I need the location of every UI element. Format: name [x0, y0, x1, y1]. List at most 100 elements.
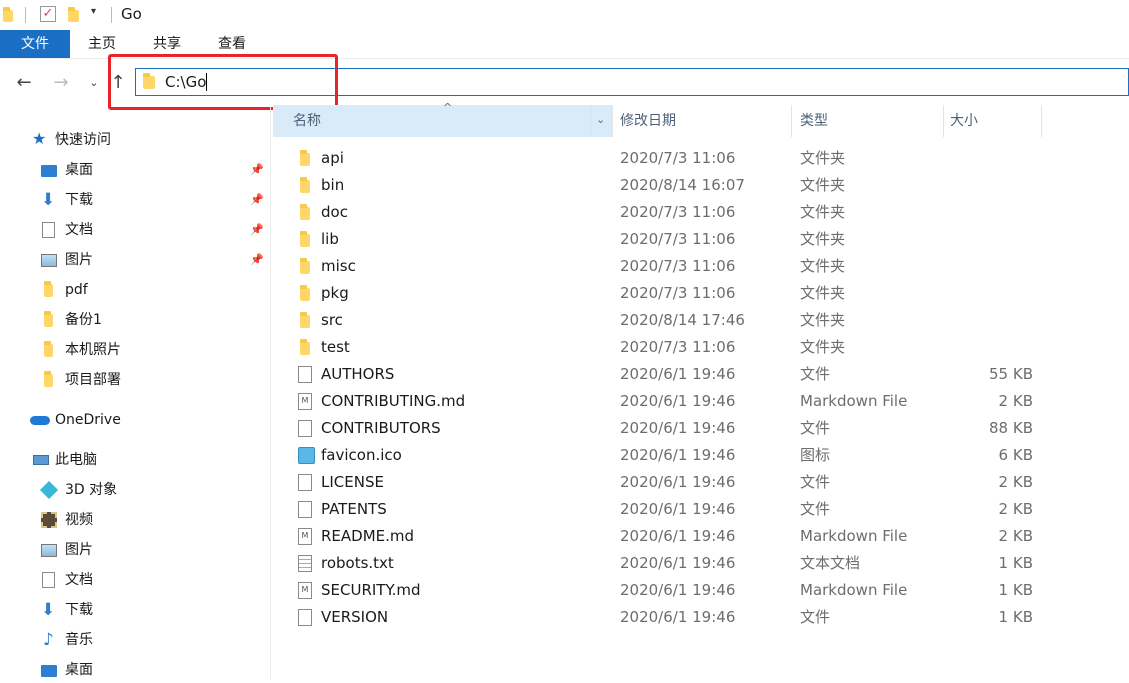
table-row[interactable]: favicon.ico 2020/6/1 19:46 图标 6 KB — [273, 442, 1129, 469]
divider — [111, 7, 112, 23]
sidebar-item-label: 备份1 — [65, 312, 102, 328]
table-row[interactable]: robots.txt 2020/6/1 19:46 文本文档 1 KB — [273, 550, 1129, 577]
file-date: 2020/7/3 11:06 — [620, 230, 736, 248]
table-row[interactable]: M SECURITY.md 2020/6/1 19:46 Markdown File 1… — [273, 577, 1129, 604]
file-name: lib — [321, 230, 339, 248]
file-date: 2020/6/1 19:46 — [620, 392, 736, 410]
file-type: 文件夹 — [800, 257, 846, 275]
file-type: Markdown File — [800, 581, 908, 599]
file-type: 文件 — [800, 365, 831, 383]
file-size: 1 KB — [998, 554, 1033, 572]
file-size: 1 KB — [998, 581, 1033, 599]
file-size: 2 KB — [998, 500, 1033, 518]
table-row[interactable]: test 2020/7/3 11:06 文件夹 — [273, 334, 1129, 361]
file-type: Markdown File — [800, 392, 908, 410]
folder-icon — [300, 258, 310, 274]
documents-icon — [42, 572, 55, 588]
computer-icon — [33, 455, 49, 465]
sidebar-item-videos[interactable]: 视频 — [0, 507, 270, 533]
sidebar-item-backup1[interactable]: 备份1 — [0, 307, 270, 333]
table-row[interactable]: misc 2020/7/3 11:06 文件夹 — [273, 253, 1129, 280]
sidebar-item-pictures[interactable]: 图片 📌 — [0, 247, 270, 273]
table-row[interactable]: src 2020/8/14 17:46 文件夹 — [273, 307, 1129, 334]
pin-icon[interactable]: 📌 — [250, 217, 264, 243]
file-type: Markdown File — [800, 527, 908, 545]
file-name: bin — [321, 176, 345, 194]
properties-icon[interactable]: ✓ — [40, 6, 56, 22]
table-row[interactable]: VERSION 2020/6/1 19:46 文件 1 KB — [273, 604, 1129, 631]
text-file-icon — [298, 555, 312, 572]
highlight-annotation-box — [108, 54, 338, 110]
folder-icon — [44, 281, 53, 297]
sidebar-item-3d-objects[interactable]: 3D 对象 — [0, 477, 270, 503]
table-row[interactable]: CONTRIBUTORS 2020/6/1 19:46 文件 88 KB — [273, 415, 1129, 442]
markdown-file-icon: M — [298, 582, 312, 599]
file-type: 文件夹 — [800, 149, 846, 167]
sidebar-item-desktop-pc[interactable]: 桌面 — [0, 657, 270, 683]
column-date-header[interactable]: 修改日期 — [620, 105, 676, 137]
table-row[interactable]: M README.md 2020/6/1 19:46 Markdown File 2 K… — [273, 523, 1129, 550]
window-title: Go — [121, 5, 142, 23]
file-name: api — [321, 149, 344, 167]
sidebar-item-label: OneDrive — [55, 412, 121, 428]
folder-icon — [300, 204, 310, 220]
file-name: test — [321, 338, 350, 356]
file-size: 88 KB — [989, 419, 1033, 437]
file-type: 文件夹 — [800, 203, 846, 221]
file-type: 文件 — [800, 500, 831, 518]
sidebar-item-music[interactable]: ♪ 音乐 — [0, 627, 270, 653]
pin-icon[interactable]: 📌 — [250, 187, 264, 213]
table-row[interactable]: pkg 2020/7/3 11:06 文件夹 — [273, 280, 1129, 307]
file-icon — [298, 474, 312, 491]
sidebar-item-desktop[interactable]: 桌面 📌 — [0, 157, 270, 183]
column-type-header[interactable]: 类型 — [800, 105, 828, 137]
file-size: 6 KB — [998, 446, 1033, 464]
sidebar-item-pictures-pc[interactable]: 图片 — [0, 537, 270, 563]
sidebar-item-downloads[interactable]: ⬇ 下载 📌 — [0, 187, 270, 213]
sidebar-item-label: 文档 — [65, 572, 93, 588]
file-type: 文件 — [800, 608, 831, 626]
table-row[interactable]: api 2020/7/3 11:06 文件夹 — [273, 145, 1129, 172]
forward-arrow-icon[interactable]: → — [50, 72, 72, 94]
sidebar-item-documents[interactable]: 文档 📌 — [0, 217, 270, 243]
sidebar-item-downloads-pc[interactable]: ⬇ 下载 — [0, 597, 270, 623]
table-row[interactable]: M CONTRIBUTING.md 2020/6/1 19:46 Markdown F… — [273, 388, 1129, 415]
sidebar-item-local-photos[interactable]: 本机照片 — [0, 337, 270, 363]
tab-file[interactable]: 文件 — [0, 30, 70, 58]
pictures-icon — [41, 254, 57, 267]
pin-icon[interactable]: 📌 — [250, 157, 264, 183]
file-date: 2020/6/1 19:46 — [620, 365, 736, 383]
chevron-down-icon[interactable]: ⌄ — [596, 113, 605, 126]
sidebar-item-quick-access[interactable]: ★ 快速访问 — [32, 127, 262, 153]
table-row[interactable]: lib 2020/7/3 11:06 文件夹 — [273, 226, 1129, 253]
cube-icon — [39, 480, 59, 500]
column-name-header[interactable]: 名称 ^ — [273, 101, 612, 137]
column-name-label: 名称 — [293, 113, 321, 129]
pin-icon[interactable]: 📌 — [250, 247, 264, 273]
sidebar-item-label: 此电脑 — [55, 452, 97, 468]
file-type: 文件夹 — [800, 176, 846, 194]
recent-locations-chevron-icon[interactable]: ⌄ — [83, 72, 105, 94]
sidebar-item-this-pc[interactable]: 此电脑 — [0, 447, 270, 473]
sidebar-item-deployment[interactable]: 项目部署 — [0, 367, 270, 393]
sidebar-item-pdf[interactable]: pdf — [0, 277, 270, 303]
table-row[interactable]: bin 2020/8/14 16:07 文件夹 — [273, 172, 1129, 199]
customize-toolbar-icon[interactable]: ▾ — [91, 6, 96, 17]
new-folder-icon[interactable] — [68, 7, 79, 22]
table-row[interactable]: LICENSE 2020/6/1 19:46 文件 2 KB — [273, 469, 1129, 496]
back-arrow-icon[interactable]: ← — [13, 72, 35, 94]
file-date: 2020/8/14 17:46 — [620, 311, 745, 329]
column-size-header[interactable]: 大小 — [950, 105, 978, 137]
file-name: LICENSE — [321, 473, 384, 491]
sidebar-item-label: 下载 — [65, 192, 93, 208]
sidebar-item-label: pdf — [65, 282, 88, 298]
table-row[interactable]: doc 2020/7/3 11:06 文件夹 — [273, 199, 1129, 226]
sidebar-item-onedrive[interactable]: OneDrive — [0, 407, 270, 433]
file-date: 2020/6/1 19:46 — [620, 527, 736, 545]
table-row[interactable]: PATENTS 2020/6/1 19:46 文件 2 KB — [273, 496, 1129, 523]
table-row[interactable]: AUTHORS 2020/6/1 19:46 文件 55 KB — [273, 361, 1129, 388]
file-type: 图标 — [800, 446, 831, 464]
film-icon — [41, 512, 57, 528]
sidebar-item-documents-pc[interactable]: 文档 — [0, 567, 270, 593]
file-name: AUTHORS — [321, 365, 395, 383]
